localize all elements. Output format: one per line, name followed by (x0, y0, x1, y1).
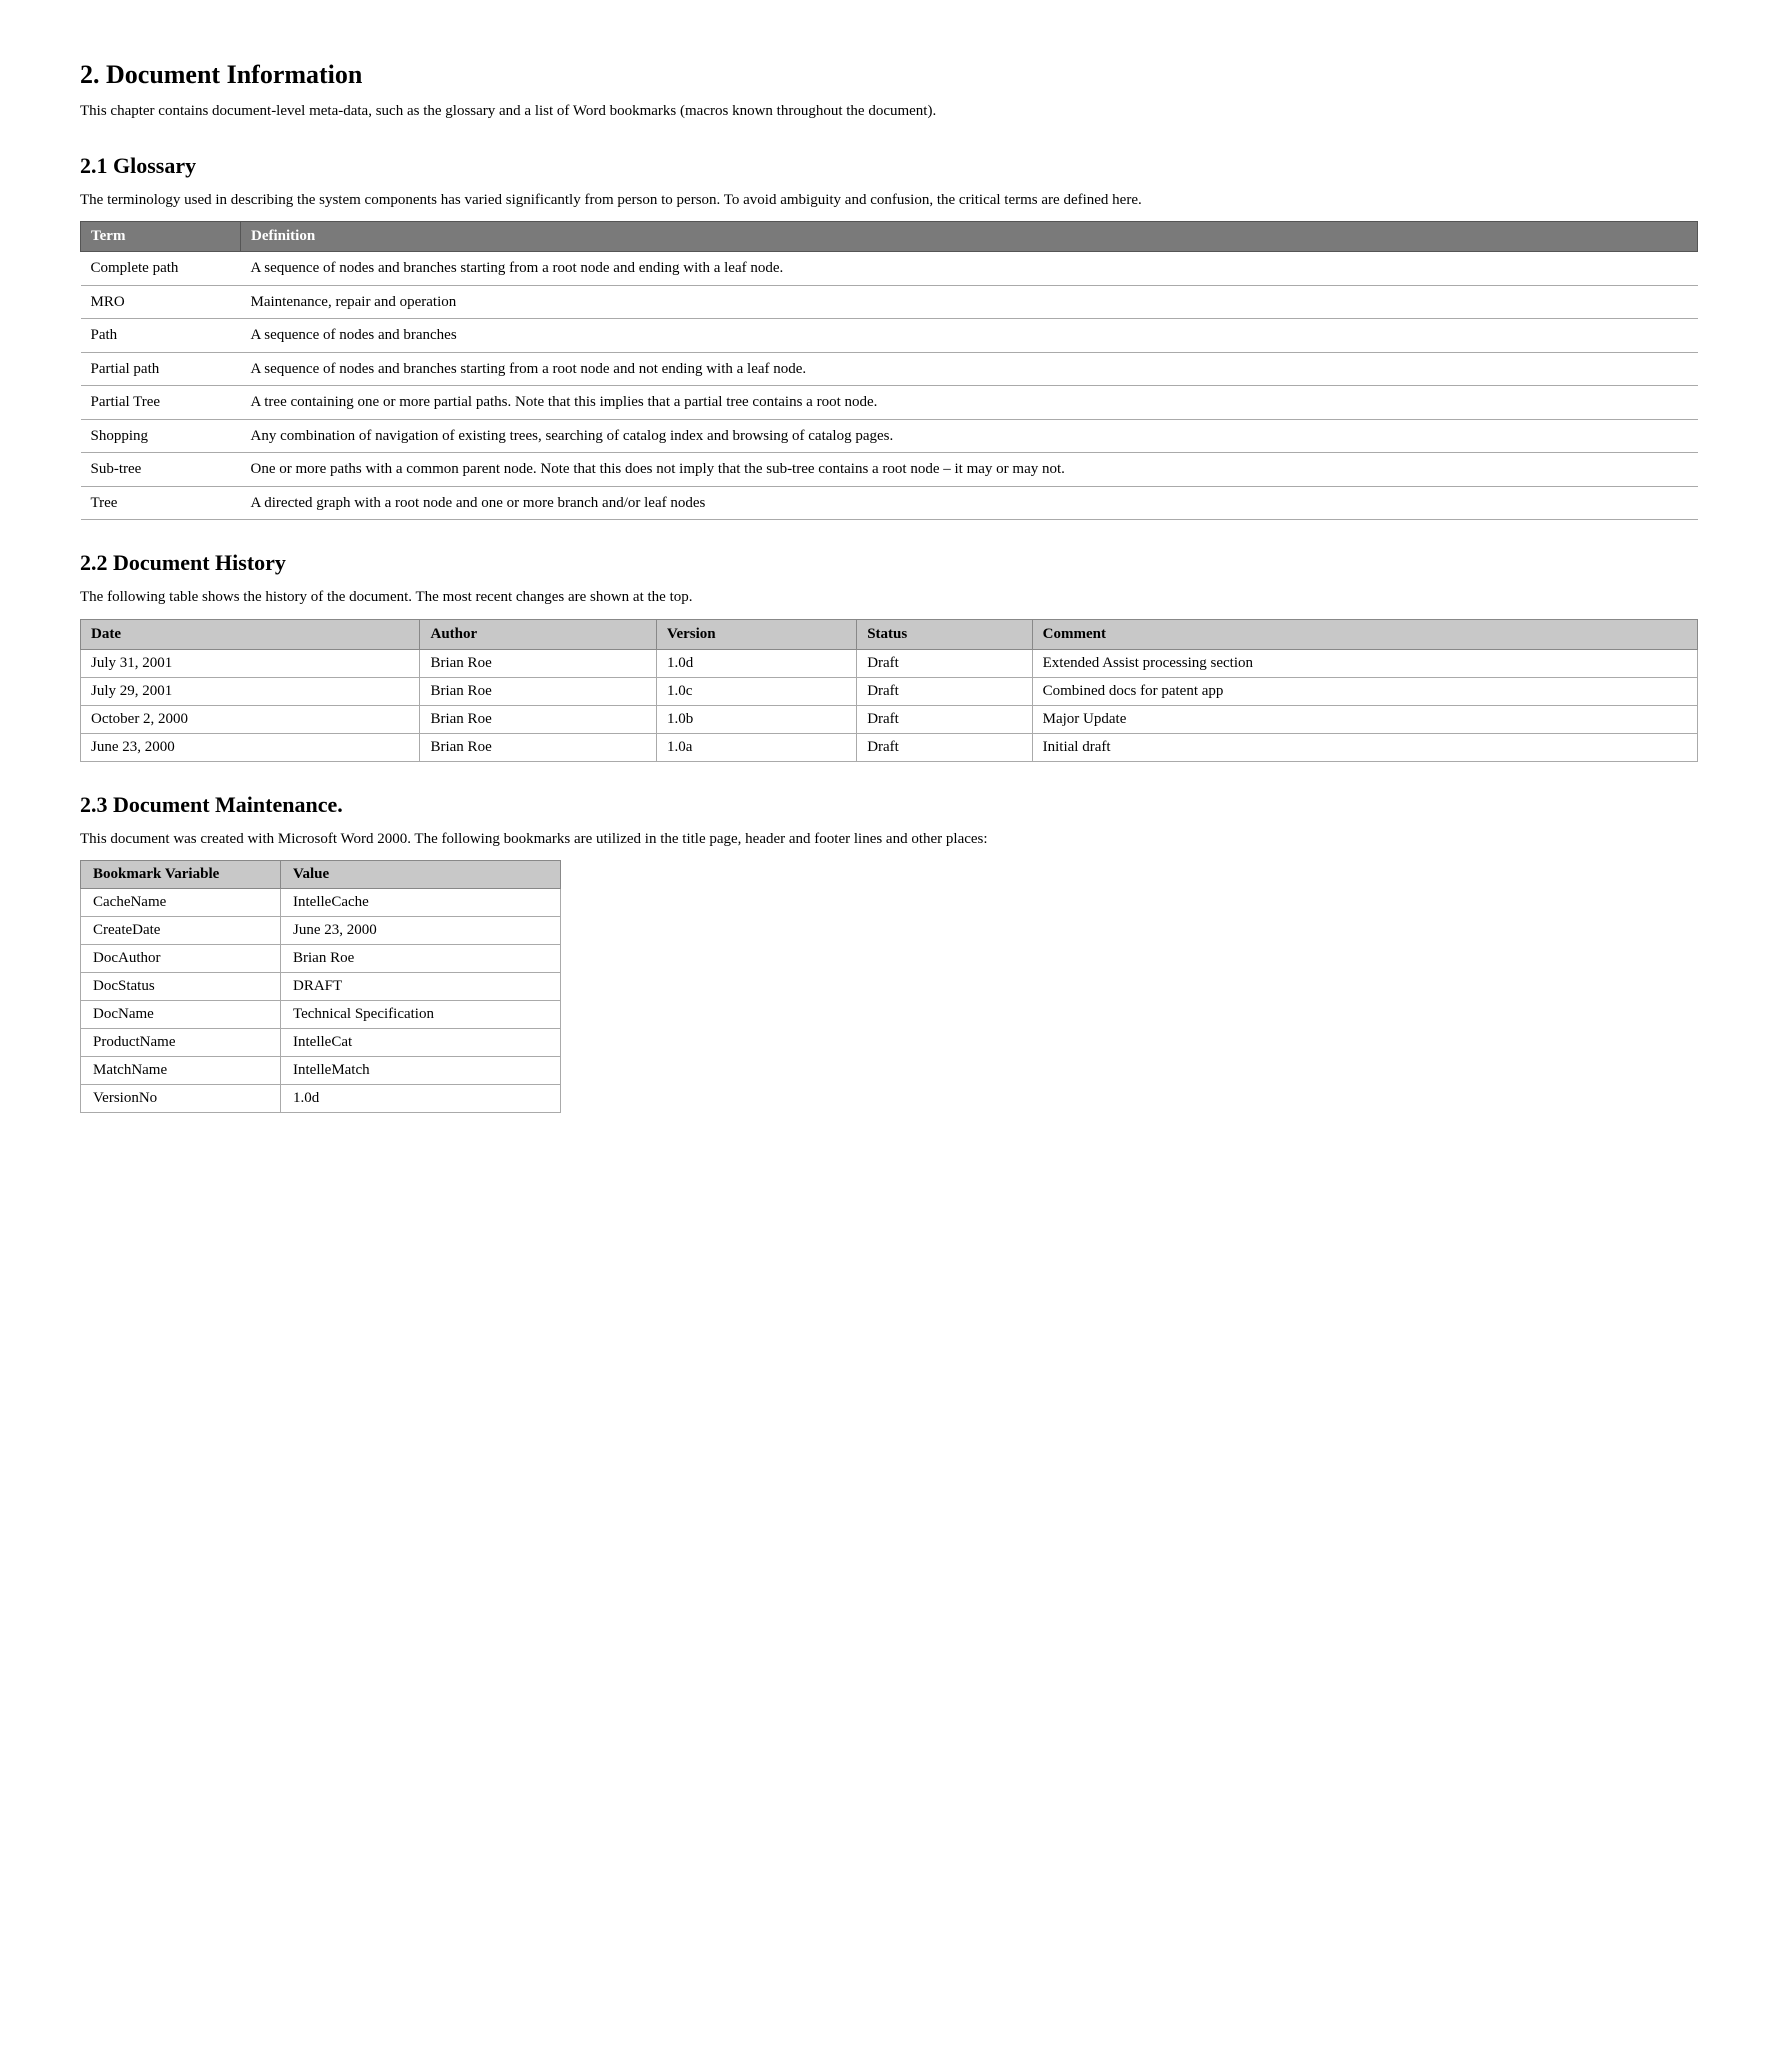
glossary-row: TreeA directed graph with a root node an… (81, 486, 1698, 520)
glossary-term: Sub-tree (81, 453, 241, 487)
history-date: July 29, 2001 (81, 677, 420, 705)
history-status: Draft (857, 677, 1032, 705)
history-date: October 2, 2000 (81, 705, 420, 733)
glossary-definition: A sequence of nodes and branches startin… (241, 252, 1698, 286)
bookmark-col-variable: Bookmark Variable (81, 861, 281, 889)
glossary-definition: A sequence of nodes and branches startin… (241, 352, 1698, 386)
bookmark-variable: DocStatus (81, 973, 281, 1001)
bookmark-row: ProductNameIntelleCat (81, 1029, 561, 1057)
bookmark-row: VersionNo1.0d (81, 1085, 561, 1113)
bookmark-row: DocNameTechnical Specification (81, 1001, 561, 1029)
history-author: Brian Roe (420, 733, 657, 761)
bookmark-row: DocStatusDRAFT (81, 973, 561, 1001)
history-col-date: Date (81, 619, 420, 649)
bookmark-row: MatchNameIntelleMatch (81, 1057, 561, 1085)
bookmark-row: CreateDateJune 23, 2000 (81, 917, 561, 945)
history-col-status: Status (857, 619, 1032, 649)
glossary-row: Partial pathA sequence of nodes and bran… (81, 352, 1698, 386)
history-status: Draft (857, 649, 1032, 677)
section23-title: 2.3 Document Maintenance. (80, 792, 1698, 818)
history-author: Brian Roe (420, 705, 657, 733)
history-date: June 23, 2000 (81, 733, 420, 761)
history-author: Brian Roe (420, 677, 657, 705)
history-comment: Major Update (1032, 705, 1697, 733)
glossary-row: Partial TreeA tree containing one or mor… (81, 386, 1698, 420)
section23-intro: This document was created with Microsoft… (80, 828, 1698, 851)
history-version: 1.0b (656, 705, 856, 733)
bookmark-value: 1.0d (281, 1085, 561, 1113)
section22-title: 2.2 Document History (80, 550, 1698, 576)
glossary-term: Shopping (81, 419, 241, 453)
bookmark-value: DRAFT (281, 973, 561, 1001)
glossary-table: Term Definition Complete pathA sequence … (80, 221, 1698, 520)
glossary-row: PathA sequence of nodes and branches (81, 319, 1698, 353)
glossary-row: Complete pathA sequence of nodes and bra… (81, 252, 1698, 286)
glossary-definition: A directed graph with a root node and on… (241, 486, 1698, 520)
bookmark-variable: ProductName (81, 1029, 281, 1057)
history-row: October 2, 2000Brian Roe1.0bDraftMajor U… (81, 705, 1698, 733)
bookmark-value: Brian Roe (281, 945, 561, 973)
bookmark-variable: DocAuthor (81, 945, 281, 973)
bookmark-table: Bookmark Variable Value CacheNameIntelle… (80, 860, 561, 1113)
bookmark-variable: DocName (81, 1001, 281, 1029)
bookmark-variable: MatchName (81, 1057, 281, 1085)
glossary-row: Sub-treeOne or more paths with a common … (81, 453, 1698, 487)
glossary-row: MROMaintenance, repair and operation (81, 285, 1698, 319)
section22-intro: The following table shows the history of… (80, 586, 1698, 609)
history-version: 1.0c (656, 677, 856, 705)
bookmark-value: IntelleMatch (281, 1057, 561, 1085)
glossary-definition: One or more paths with a common parent n… (241, 453, 1698, 487)
glossary-term: Path (81, 319, 241, 353)
bookmark-value: June 23, 2000 (281, 917, 561, 945)
glossary-definition: A tree containing one or more partial pa… (241, 386, 1698, 420)
glossary-definition: Any combination of navigation of existin… (241, 419, 1698, 453)
bookmark-value: IntelleCat (281, 1029, 561, 1057)
bookmark-variable: CacheName (81, 889, 281, 917)
history-row: June 23, 2000Brian Roe1.0aDraftInitial d… (81, 733, 1698, 761)
glossary-term: Complete path (81, 252, 241, 286)
section2-intro: This chapter contains document-level met… (80, 100, 1698, 123)
glossary-term: Partial path (81, 352, 241, 386)
bookmark-row: DocAuthorBrian Roe (81, 945, 561, 973)
glossary-row: ShoppingAny combination of navigation of… (81, 419, 1698, 453)
section2-title: 2. Document Information (80, 60, 1698, 90)
history-row: July 31, 2001Brian Roe1.0dDraftExtended … (81, 649, 1698, 677)
bookmark-variable: VersionNo (81, 1085, 281, 1113)
history-col-comment: Comment (1032, 619, 1697, 649)
section21-intro: The terminology used in describing the s… (80, 189, 1698, 212)
glossary-col-term: Term (81, 222, 241, 252)
history-date: July 31, 2001 (81, 649, 420, 677)
history-version: 1.0a (656, 733, 856, 761)
bookmark-row: CacheNameIntelleCache (81, 889, 561, 917)
glossary-term: MRO (81, 285, 241, 319)
bookmark-col-value: Value (281, 861, 561, 889)
history-comment: Initial draft (1032, 733, 1697, 761)
glossary-definition: A sequence of nodes and branches (241, 319, 1698, 353)
glossary-definition: Maintenance, repair and operation (241, 285, 1698, 319)
bookmark-variable: CreateDate (81, 917, 281, 945)
bookmark-value: Technical Specification (281, 1001, 561, 1029)
section21-title: 2.1 Glossary (80, 153, 1698, 179)
history-col-version: Version (656, 619, 856, 649)
history-row: July 29, 2001Brian Roe1.0cDraftCombined … (81, 677, 1698, 705)
history-status: Draft (857, 705, 1032, 733)
history-author: Brian Roe (420, 649, 657, 677)
glossary-term: Partial Tree (81, 386, 241, 420)
history-table: Date Author Version Status Comment July … (80, 619, 1698, 762)
glossary-col-definition: Definition (241, 222, 1698, 252)
history-col-author: Author (420, 619, 657, 649)
bookmark-value: IntelleCache (281, 889, 561, 917)
glossary-term: Tree (81, 486, 241, 520)
history-comment: Combined docs for patent app (1032, 677, 1697, 705)
history-comment: Extended Assist processing section (1032, 649, 1697, 677)
history-status: Draft (857, 733, 1032, 761)
history-version: 1.0d (656, 649, 856, 677)
